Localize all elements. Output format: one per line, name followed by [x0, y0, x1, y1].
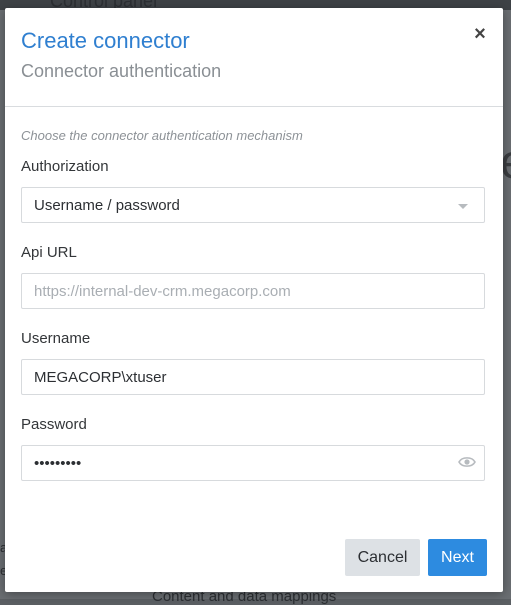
dialog-header: Create connector Connector authenticatio…: [5, 8, 503, 107]
cancel-button[interactable]: Cancel: [345, 539, 420, 576]
api-url-input[interactable]: [22, 274, 454, 308]
api-url-label: Api URL: [21, 244, 77, 261]
dialog-subtitle: Connector authentication: [21, 61, 222, 81]
next-button[interactable]: Next: [428, 539, 487, 576]
chevron-down-icon: [458, 204, 468, 209]
create-connector-dialog: Create connector Connector authenticatio…: [5, 8, 503, 592]
username-field-wrapper: [21, 359, 485, 395]
password-input[interactable]: [22, 446, 434, 480]
authorization-selected-value: Username / password: [34, 197, 180, 214]
authorization-select[interactable]: Username / password: [21, 187, 485, 223]
password-label: Password: [21, 416, 87, 433]
dialog-title: Create connector: [21, 28, 190, 53]
close-icon[interactable]: ×: [471, 24, 489, 44]
api-url-field-wrapper: [21, 273, 485, 309]
username-label: Username: [21, 330, 91, 347]
eye-icon[interactable]: [458, 455, 476, 474]
password-field-wrapper: [21, 445, 485, 481]
authentication-hint: Choose the connector authentication mech…: [21, 128, 303, 143]
username-input[interactable]: [22, 360, 454, 394]
authorization-label: Authorization: [21, 158, 109, 175]
